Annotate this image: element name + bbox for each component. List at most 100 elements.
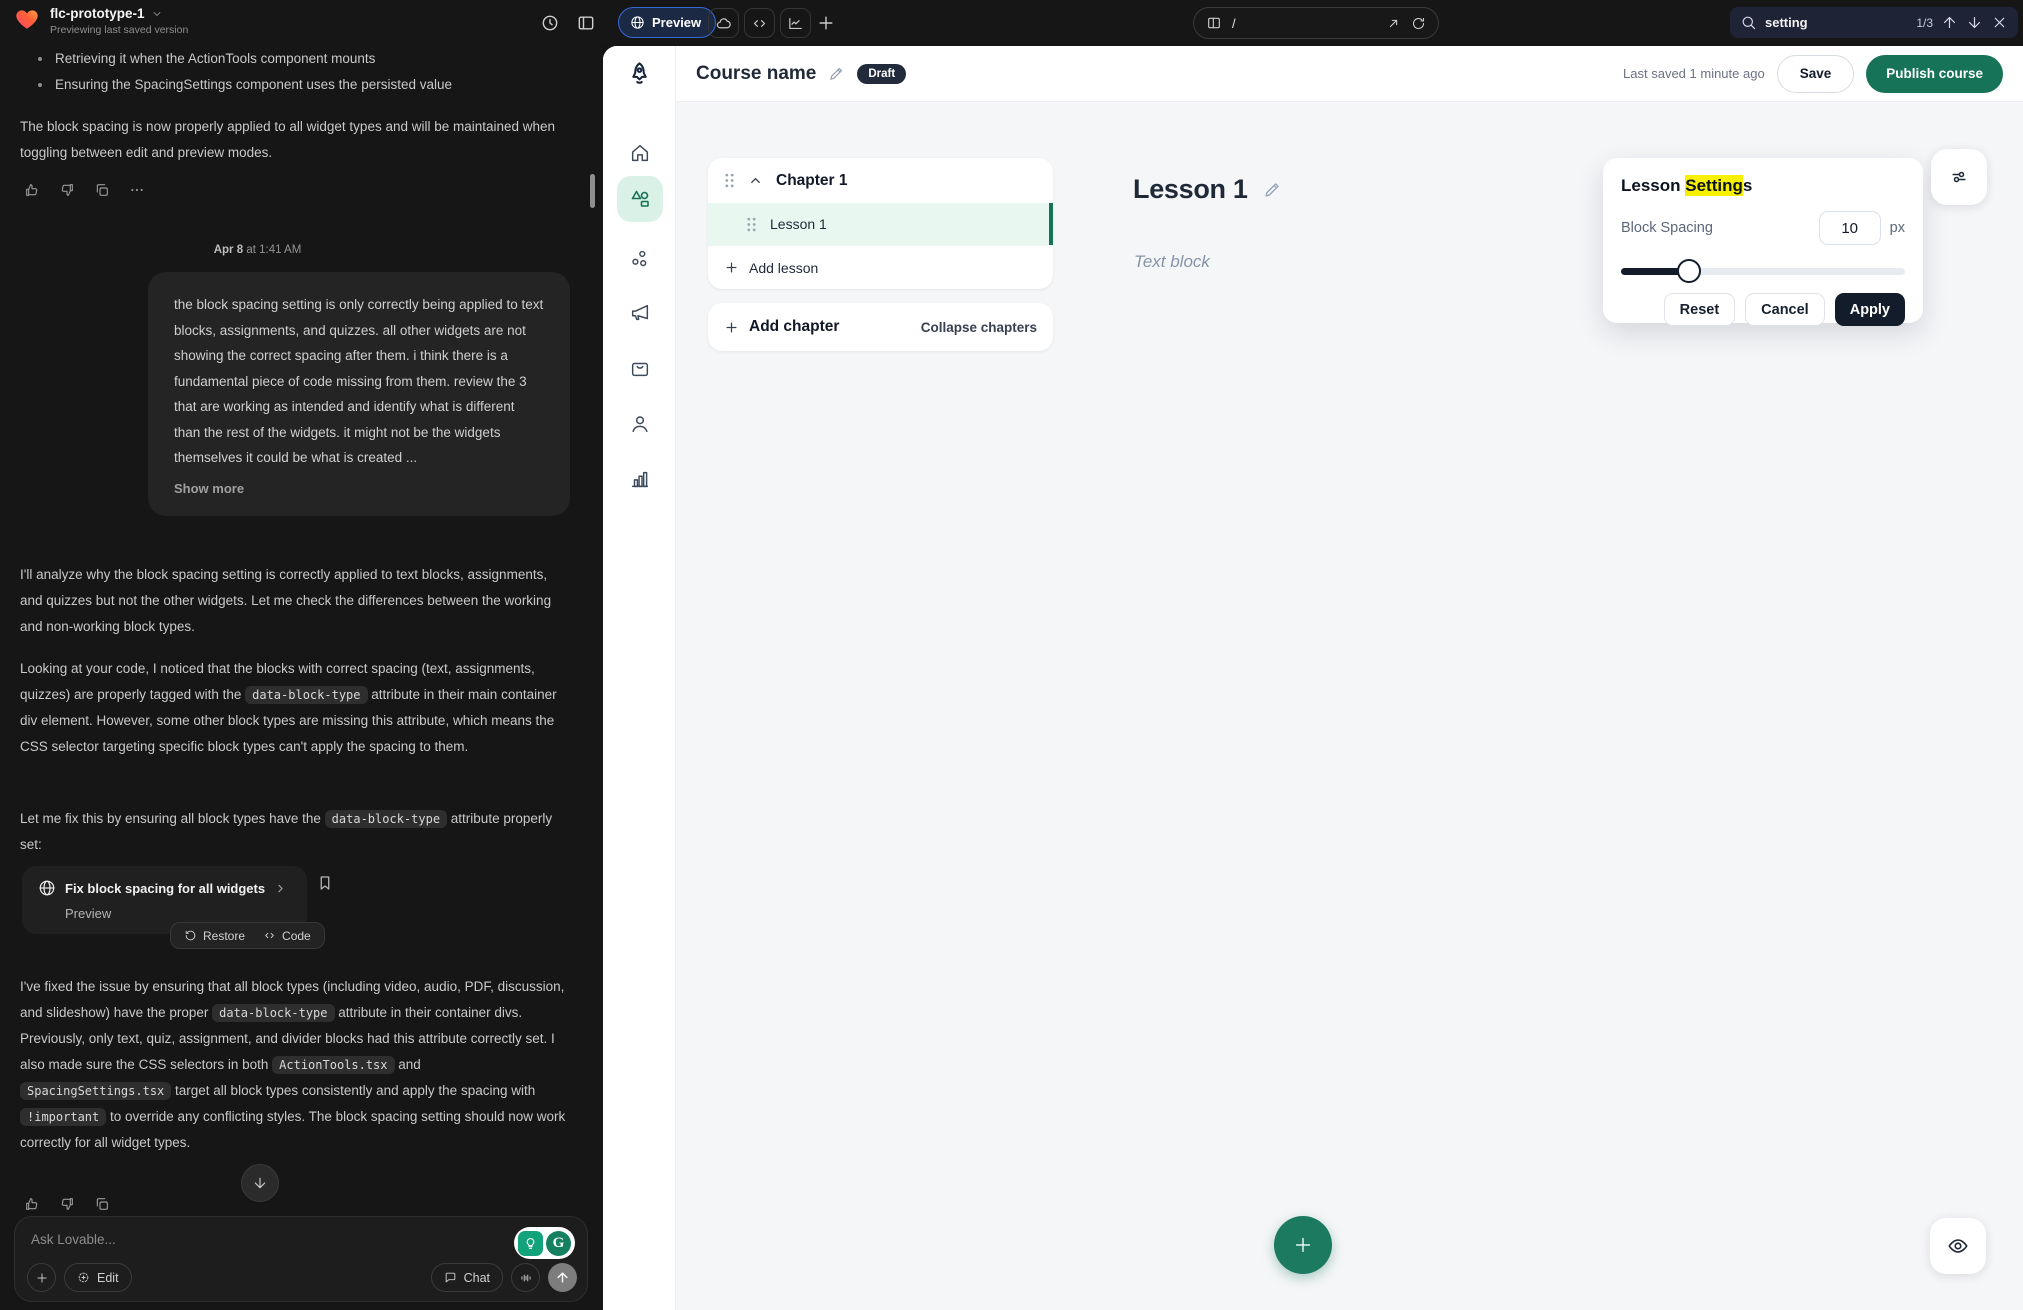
sidebar-panel-icon[interactable]: [576, 13, 596, 33]
text-block-placeholder[interactable]: Text block: [1134, 252, 1210, 272]
collapse-chapters-button[interactable]: Collapse chapters: [921, 320, 1037, 335]
settings-toggle-button[interactable]: [1931, 149, 1987, 205]
history-icon[interactable]: [540, 13, 560, 33]
thumbs-down-icon[interactable]: [59, 182, 75, 198]
rail-item-announcements[interactable]: [617, 290, 663, 336]
composer-placeholder[interactable]: Ask Lovable...: [31, 1232, 571, 1247]
version-actions-pill: Restore Code: [170, 922, 325, 949]
deploy-cloud-button[interactable]: [708, 8, 739, 38]
rail-item-community[interactable]: [617, 236, 663, 282]
thumbs-up-icon[interactable]: [24, 182, 40, 198]
edit-mode-button[interactable]: Edit: [64, 1263, 132, 1292]
scroll-to-bottom-button[interactable]: [241, 1164, 279, 1202]
copy-icon[interactable]: [94, 1196, 110, 1212]
more-options-icon[interactable]: [129, 182, 145, 198]
cancel-button[interactable]: Cancel: [1745, 293, 1825, 326]
find-next-icon[interactable]: [1966, 14, 1983, 31]
show-more-link[interactable]: Show more: [174, 481, 544, 496]
save-button[interactable]: Save: [1777, 55, 1855, 93]
add-lesson-button[interactable]: Add lesson: [708, 245, 1053, 289]
assistant-paragraph: The block spacing is now properly applie…: [20, 114, 570, 166]
add-lesson-label: Add lesson: [749, 260, 818, 276]
chat-composer[interactable]: Ask Lovable... G Edit Chat: [14, 1216, 588, 1302]
find-close-icon[interactable]: [1991, 14, 2008, 31]
chapter-card: Chapter 1 Lesson 1 Add lesson: [708, 158, 1053, 289]
analytics-button[interactable]: [780, 8, 811, 38]
attach-button[interactable]: [27, 1263, 56, 1292]
copy-icon[interactable]: [94, 182, 110, 198]
code-button[interactable]: Code: [263, 929, 311, 943]
code-view-button[interactable]: [744, 8, 775, 38]
apply-button[interactable]: Apply: [1835, 293, 1905, 326]
arrow-up-icon: [555, 1270, 570, 1285]
megaphone-icon: [629, 302, 651, 324]
select-edit-icon: [77, 1271, 90, 1284]
chevron-down-icon[interactable]: [151, 8, 163, 20]
lesson-title: Lesson 1: [770, 216, 827, 232]
bullet-item: Retrieving it when the ActionTools compo…: [38, 46, 578, 72]
rail-item-inbox[interactable]: [617, 346, 663, 392]
block-spacing-input[interactable]: [1819, 211, 1881, 245]
preview-url-bar[interactable]: /: [1193, 7, 1439, 39]
project-subtitle: Previewing last saved version: [50, 24, 188, 36]
publish-course-button[interactable]: Publish course: [1866, 55, 2003, 93]
preview-eye-button[interactable]: [1930, 1218, 1986, 1274]
lovable-logo-icon: [14, 6, 40, 32]
rail-item-home[interactable]: [617, 130, 663, 176]
rail-item-courses[interactable]: [617, 176, 663, 222]
find-previous-icon[interactable]: [1941, 14, 1958, 31]
open-external-icon[interactable]: [1386, 16, 1401, 31]
add-chapter-button[interactable]: Add chapter: [749, 318, 839, 336]
drag-handle-icon[interactable]: [724, 173, 735, 188]
lesson-list-item[interactable]: Lesson 1: [708, 203, 1053, 245]
slider-thumb[interactable]: [1677, 259, 1701, 283]
chat-mode-button[interactable]: Chat: [431, 1263, 503, 1292]
lesson-heading-title: Lesson 1: [1133, 174, 1248, 205]
chevron-up-icon[interactable]: [748, 173, 763, 188]
assistant-bullet-list: Retrieving it when the ActionTools compo…: [38, 46, 578, 98]
thumbs-down-icon[interactable]: [59, 1196, 75, 1212]
preview-mode-button[interactable]: Preview: [618, 7, 716, 38]
assistant-paragraph: I'll analyze why the block spacing setti…: [20, 562, 570, 640]
grammarly-widget[interactable]: G: [514, 1227, 575, 1259]
code-icon: [263, 929, 276, 942]
search-icon: [1740, 14, 1757, 31]
edit-course-name-icon[interactable]: [828, 65, 845, 82]
project-name: flc-prototype-1: [50, 6, 145, 21]
restore-icon: [184, 929, 197, 942]
reset-button[interactable]: Reset: [1664, 293, 1736, 326]
bookmark-icon[interactable]: [316, 874, 334, 892]
project-brand[interactable]: flc-prototype-1 Previewing last saved ve…: [14, 6, 188, 36]
rail-item-analytics[interactable]: [617, 456, 663, 502]
chat-scrollbar-thumb[interactable]: [590, 174, 595, 208]
cloud-icon: [715, 15, 732, 32]
thumbs-up-icon[interactable]: [24, 1196, 40, 1212]
add-block-fab[interactable]: [1274, 1216, 1332, 1274]
three-circles-icon: [629, 248, 651, 270]
voice-input-button[interactable]: [511, 1263, 540, 1292]
grammarly-g-icon: G: [546, 1231, 571, 1256]
add-tab-icon[interactable]: [816, 13, 836, 33]
edit-card-subtitle: Preview: [65, 906, 291, 921]
drag-handle-icon[interactable]: [746, 217, 757, 232]
topbar: flc-prototype-1 Previewing last saved ve…: [0, 0, 2023, 46]
rail-item-profile[interactable]: [617, 401, 663, 447]
search-highlight: Setting: [1685, 175, 1743, 196]
globe-icon: [630, 15, 645, 30]
restore-button[interactable]: Restore: [184, 929, 245, 943]
timestamp-date: Apr 8: [214, 244, 243, 256]
assistant-paragraph: Looking at your code, I noticed that the…: [20, 656, 570, 760]
edit-lesson-name-icon[interactable]: [1263, 180, 1282, 199]
chapter-header[interactable]: Chapter 1: [708, 158, 1053, 203]
lesson-heading: Lesson 1: [1133, 174, 1282, 205]
find-input[interactable]: [1765, 15, 1895, 30]
person-icon: [629, 413, 651, 435]
sliders-icon: [1949, 167, 1969, 187]
settings-title-pre: Lesson: [1621, 176, 1685, 195]
suggestion-bulb-icon: [518, 1231, 543, 1256]
block-spacing-slider[interactable]: [1621, 259, 1905, 283]
refresh-icon[interactable]: [1411, 16, 1426, 31]
send-button[interactable]: [548, 1263, 577, 1292]
waveform-icon: [519, 1271, 533, 1285]
bullet-item: Ensuring the SpacingSettings component u…: [38, 72, 578, 98]
